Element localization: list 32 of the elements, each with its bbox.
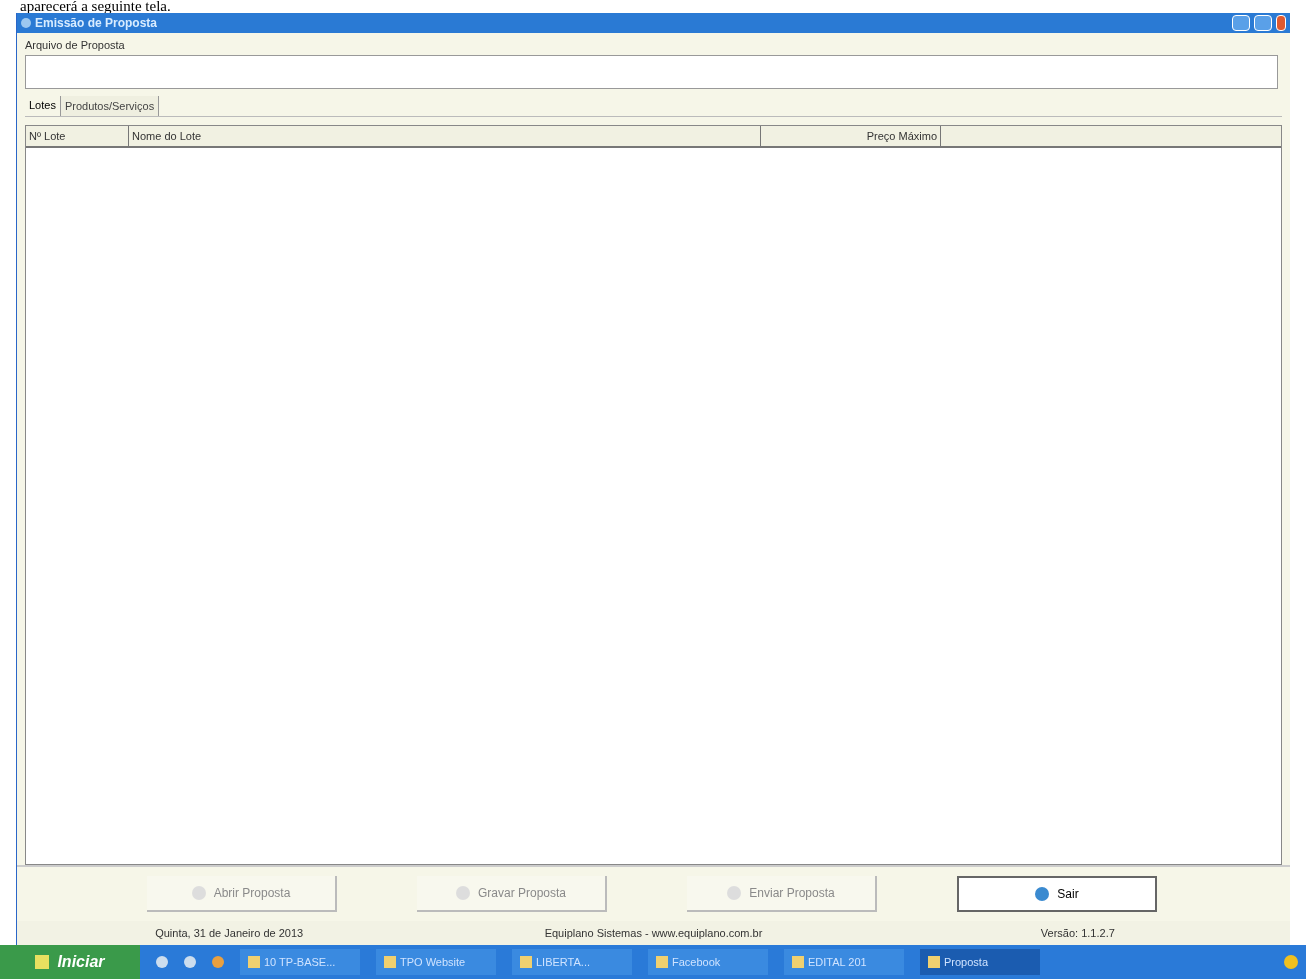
taskbar-item[interactable]: Facebook [648, 949, 768, 975]
column-header[interactable]: Nome do Lote [129, 126, 761, 146]
quick-launch-icon [212, 956, 224, 968]
window-icon [384, 956, 396, 968]
maximize-button[interactable] [1254, 15, 1272, 31]
start-button[interactable]: Iniciar [0, 945, 140, 979]
taskbar-item[interactable]: Proposta [920, 949, 1040, 975]
quick-launch-icon [156, 956, 168, 968]
windows-logo-icon [35, 955, 50, 969]
status-text: Versão: 1.1.2.7 [1039, 925, 1116, 941]
input-field[interactable] [25, 55, 1278, 89]
field-label: Arquivo de Proposta [25, 38, 126, 53]
status-text: Quinta, 31 de Janeiro de 2013 [154, 925, 305, 941]
app-icon [21, 18, 31, 28]
minimize-button[interactable] [1232, 15, 1250, 31]
window-icon [248, 956, 260, 968]
taskbar-item[interactable]: 10 TP-BASE... [240, 949, 360, 975]
taskbar-item[interactable]: EDITAL 201 [784, 949, 904, 975]
quick-launch-icon [184, 956, 196, 968]
toolbar-button[interactable]: Sair [957, 876, 1157, 912]
column-header[interactable]: Preço Máximo [761, 126, 941, 146]
window-icon [656, 956, 668, 968]
tray-icon [1284, 955, 1298, 969]
window-title: Emissão de Proposta [35, 15, 158, 32]
tab[interactable]: Produtos/Serviços [59, 96, 160, 116]
window-icon [928, 956, 940, 968]
status-text: Equiplano Sistemas - www.equiplano.com.br [543, 925, 764, 941]
window-icon [520, 956, 532, 968]
taskbar-item[interactable]: TPO Website [376, 949, 496, 975]
column-header[interactable]: Nº Lote [26, 126, 129, 146]
window-icon [792, 956, 804, 968]
taskbar-item[interactable]: LIBERTA... [512, 949, 632, 975]
